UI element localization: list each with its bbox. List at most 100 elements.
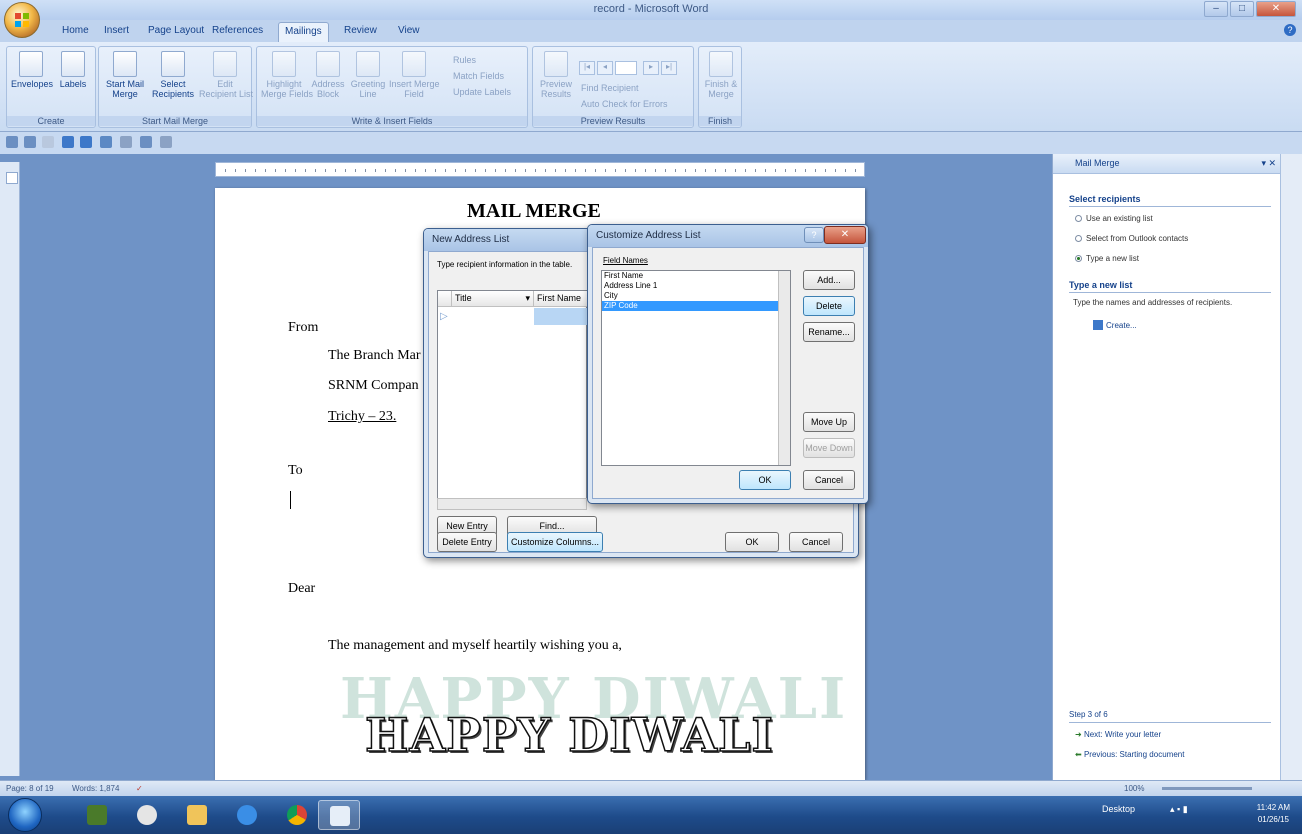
maximize-button[interactable]: □ bbox=[1230, 1, 1254, 17]
horizontal-ruler[interactable] bbox=[215, 162, 865, 177]
spelling-icon[interactable] bbox=[120, 136, 132, 148]
wordart-happy-diwali[interactable]: HAPPY DIWALI bbox=[364, 707, 774, 763]
dialog-help-icon[interactable]: ? bbox=[804, 227, 824, 243]
clock[interactable]: 11:42 AM 01/26/15 bbox=[1257, 802, 1290, 826]
tab-mailings[interactable]: Mailings bbox=[278, 22, 329, 42]
insert-merge-field-button[interactable]: Insert Merge Field bbox=[389, 51, 440, 99]
zoom-slider[interactable] bbox=[1162, 787, 1252, 790]
greeting-line-button[interactable]: Greeting Line bbox=[349, 51, 387, 99]
next-step-link[interactable]: ➜ Next: Write your letter bbox=[1075, 730, 1161, 739]
window-controls: – □ ✕ bbox=[1204, 1, 1296, 17]
create-link[interactable]: Create... bbox=[1093, 320, 1137, 330]
help-icon[interactable]: ? bbox=[1284, 24, 1296, 36]
dialog-close-icon[interactable]: ✕ bbox=[824, 226, 866, 244]
next-record-button[interactable]: ▸ bbox=[643, 61, 659, 75]
minimize-button[interactable]: – bbox=[1204, 1, 1228, 17]
previous-record-button[interactable]: ◂ bbox=[597, 61, 613, 75]
customize-columns-button[interactable]: Customize Columns... bbox=[507, 532, 603, 552]
customize-qat-icon[interactable] bbox=[160, 136, 172, 148]
page-indicator[interactable]: Page: 8 of 19 bbox=[6, 784, 54, 793]
taskbar-explorer[interactable] bbox=[176, 800, 218, 830]
system-tray-icons[interactable]: ▴ ▪ ▮ bbox=[1170, 804, 1188, 815]
move-up-button[interactable]: Move Up bbox=[803, 412, 855, 432]
match-fields-button[interactable]: Match Fields bbox=[453, 71, 504, 81]
first-record-button[interactable]: |◂ bbox=[579, 61, 595, 75]
grid-horizontal-scrollbar[interactable] bbox=[437, 498, 587, 510]
customize-ok-button[interactable]: OK bbox=[739, 470, 791, 490]
ruler-toggle-icon[interactable] bbox=[6, 172, 18, 184]
office-button[interactable] bbox=[4, 2, 40, 38]
undo-icon[interactable] bbox=[6, 136, 18, 148]
insert-field-icon bbox=[402, 51, 426, 77]
taskbar-media-player[interactable] bbox=[126, 800, 168, 830]
taskbar-chrome[interactable] bbox=[276, 800, 318, 830]
option-type-new-list[interactable]: Type a new list bbox=[1075, 254, 1139, 263]
envelopes-button[interactable]: Envelopes bbox=[11, 51, 53, 89]
document-vertical-scrollbar[interactable] bbox=[1280, 154, 1302, 780]
word-count[interactable]: Words: 1,874 bbox=[72, 784, 119, 793]
customize-cancel-button[interactable]: Cancel bbox=[803, 470, 855, 490]
auto-check-errors-button[interactable]: Auto Check for Errors bbox=[581, 99, 668, 109]
column-header-first-name[interactable]: First Name bbox=[534, 291, 588, 307]
tab-home[interactable]: Home bbox=[62, 25, 89, 36]
find-recipient-button[interactable]: Find Recipient bbox=[581, 83, 639, 93]
tab-view[interactable]: View bbox=[398, 25, 420, 36]
previous-step-link[interactable]: ⬅ Previous: Starting document bbox=[1075, 750, 1184, 759]
move-down-button[interactable]: Move Down bbox=[803, 438, 855, 458]
address-block-button[interactable]: Address Block bbox=[309, 51, 347, 99]
rules-button[interactable]: Rules bbox=[453, 55, 476, 65]
select-recipients-button[interactable]: Select Recipients bbox=[149, 51, 197, 99]
tab-references[interactable]: References bbox=[212, 25, 263, 36]
taskbar-internet-explorer[interactable] bbox=[226, 800, 268, 830]
address-grid[interactable]: Title ▾ First Name ▷ bbox=[437, 290, 588, 500]
option-outlook-contacts[interactable]: Select from Outlook contacts bbox=[1075, 234, 1188, 243]
dropdown-arrow-icon[interactable]: ▾ bbox=[525, 293, 530, 304]
selected-cell[interactable] bbox=[534, 308, 588, 325]
new-address-ok-button[interactable]: OK bbox=[725, 532, 779, 552]
task-pane-close-icon[interactable]: ▾ ✕ bbox=[1261, 158, 1276, 169]
repeat-icon[interactable] bbox=[42, 136, 54, 148]
list-item[interactable]: Address Line 1 bbox=[602, 281, 790, 291]
delete-entry-button[interactable]: Delete Entry bbox=[437, 532, 497, 552]
print-preview-icon[interactable] bbox=[100, 136, 112, 148]
new-address-cancel-button[interactable]: Cancel bbox=[789, 532, 843, 552]
list-item[interactable]: City bbox=[602, 291, 790, 301]
tab-insert[interactable]: Insert bbox=[104, 25, 129, 36]
list-vertical-scrollbar[interactable] bbox=[778, 271, 790, 465]
envelope-icon bbox=[19, 51, 43, 77]
document-title: MAIL MERGE bbox=[467, 200, 601, 222]
document-workspace: MAIL MERGE From The Branch Mar SRNM Comp… bbox=[0, 154, 1052, 780]
open-icon[interactable] bbox=[140, 136, 152, 148]
clock-time: 11:42 AM bbox=[1256, 803, 1290, 812]
start-mail-merge-button[interactable]: Start Mail Merge bbox=[103, 51, 147, 99]
preview-results-button[interactable]: Preview Results bbox=[537, 51, 575, 99]
last-record-button[interactable]: ▸| bbox=[661, 61, 677, 75]
tab-review[interactable]: Review bbox=[344, 25, 377, 36]
edit-recipient-list-button[interactable]: Edit Recipient List bbox=[199, 51, 253, 99]
finish-merge-button[interactable]: Finish & Merge bbox=[702, 51, 740, 99]
highlight-merge-fields-button[interactable]: Highlight Merge Fields bbox=[261, 51, 313, 99]
record-number-input[interactable] bbox=[615, 61, 637, 75]
field-names-list[interactable]: First Name Address Line 1 City ZIP Code bbox=[601, 270, 791, 466]
option-existing-list[interactable]: Use an existing list bbox=[1075, 214, 1153, 223]
labels-button[interactable]: Labels bbox=[53, 51, 93, 89]
proofing-icon[interactable]: ✓ bbox=[136, 784, 143, 793]
list-item-selected[interactable]: ZIP Code bbox=[602, 301, 790, 311]
tab-page-layout[interactable]: Page Layout bbox=[148, 25, 204, 36]
list-item[interactable]: First Name bbox=[602, 271, 790, 281]
update-labels-button[interactable]: Update Labels bbox=[453, 87, 511, 97]
type-new-list-heading: Type a new list bbox=[1069, 280, 1133, 290]
save-icon[interactable] bbox=[62, 136, 74, 148]
start-button[interactable] bbox=[8, 798, 42, 832]
rename-field-button[interactable]: Rename... bbox=[803, 322, 855, 342]
column-header-title[interactable]: Title ▾ bbox=[452, 291, 534, 307]
close-button[interactable]: ✕ bbox=[1256, 1, 1296, 17]
zoom-level[interactable]: 100% bbox=[1124, 784, 1144, 793]
desktop-toolbar[interactable]: Desktop bbox=[1102, 804, 1135, 814]
add-field-button[interactable]: Add... bbox=[803, 270, 855, 290]
print-icon[interactable] bbox=[80, 136, 92, 148]
delete-field-button[interactable]: Delete bbox=[803, 296, 855, 316]
redo-icon[interactable] bbox=[24, 136, 36, 148]
taskbar-dreamweaver[interactable] bbox=[76, 800, 118, 830]
taskbar-word[interactable] bbox=[318, 800, 360, 830]
